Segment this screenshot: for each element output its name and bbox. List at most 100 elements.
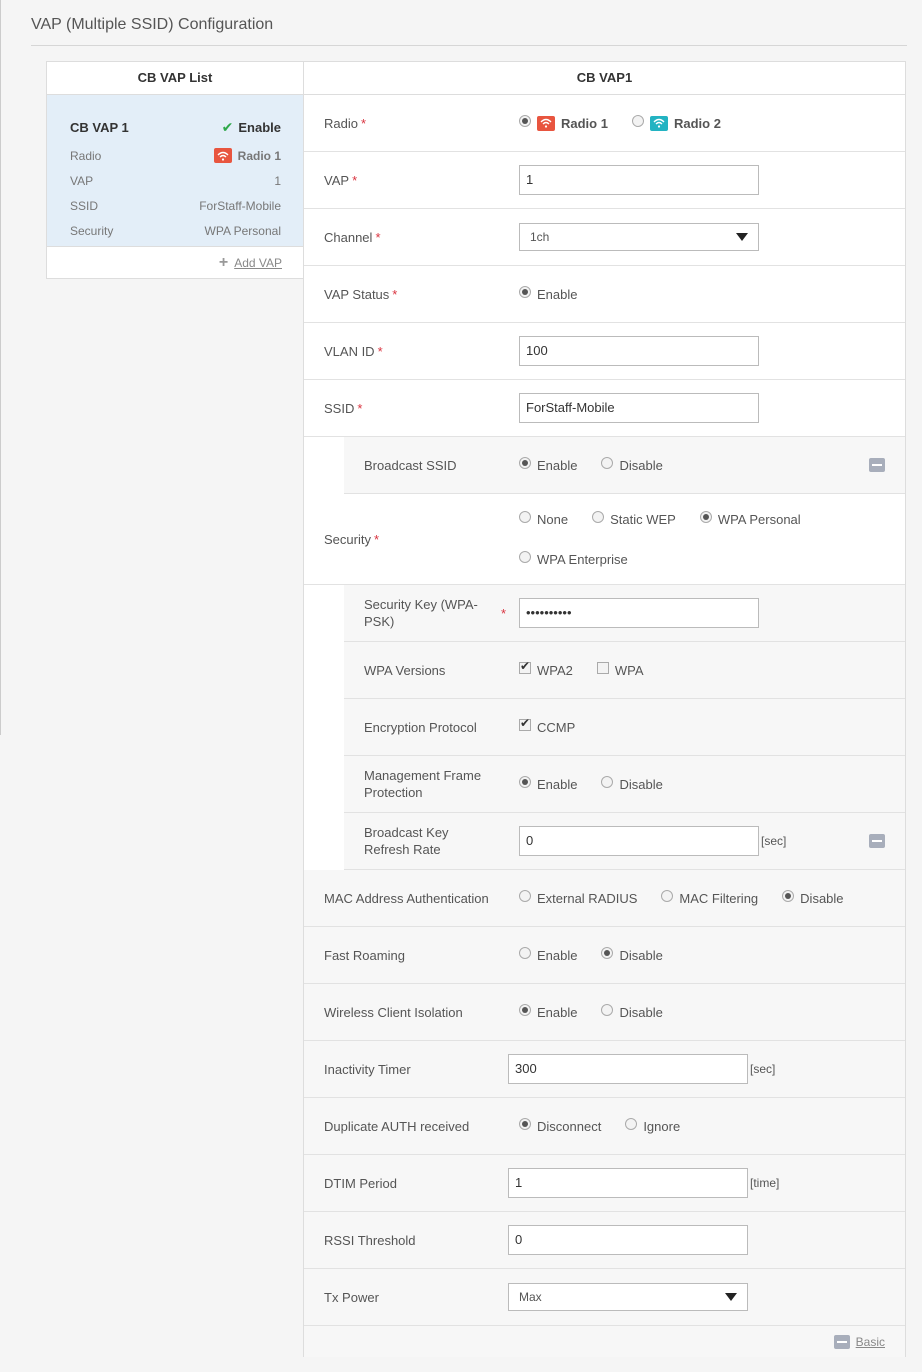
vap-card-status: ✔ Enable [222,119,281,136]
radio-button[interactable] [601,457,614,469]
field-label: DTIM Period [324,1175,397,1191]
broadcast-ssid-enable[interactable]: Enable [519,457,578,473]
row-security-key: Security Key (WPA-PSK) * •••••••••• [344,585,905,642]
checkbox-label: CCMP [537,719,576,735]
client-isolation-disable[interactable]: Disable [601,1004,663,1020]
inactivity-timer-input[interactable]: 300 [508,1054,748,1084]
radio-button-checked[interactable] [699,511,712,523]
mgmt-frame-disable[interactable]: Disable [601,776,663,792]
field-label: Fast Roaming [324,947,405,963]
client-isolation-enable[interactable]: Enable [519,1004,578,1020]
field-label: Radio * [324,115,367,131]
vap-card-label: VAP [70,173,94,188]
radio-button[interactable] [601,776,614,788]
vap-card-label: SSID [70,198,99,213]
unit-label: [sec] [750,1062,776,1076]
row-dtim: DTIM Period 1 [time] [304,1155,905,1212]
row-fast-roaming: Fast Roaming Enable Disable [304,927,905,984]
row-vap: VAP * 1 [304,152,905,209]
field-label: Security * [324,531,380,547]
vap-card-title-row: CB VAP 1 ✔ Enable [70,113,281,141]
collapse-security-icon[interactable] [869,834,885,848]
security-option-wpa-personal[interactable]: WPA Personal [699,511,801,527]
radio-option-label: Radio 1 [561,115,608,131]
radio-button-checked[interactable] [519,457,531,469]
mac-auth-mac-filtering[interactable]: MAC Filtering [661,890,759,906]
required-mark: * [357,400,363,416]
vlan-id-input[interactable]: 100 [519,336,759,366]
radio-button-checked[interactable] [601,947,614,959]
rssi-input[interactable]: 0 [508,1225,748,1255]
minus-icon[interactable] [833,1334,850,1349]
radio-button[interactable] [519,511,531,523]
radio-option-label: Disable [619,947,663,963]
field-label: Security Key (WPA-PSK) [364,597,478,629]
required-mark: * [392,286,398,302]
vap-card-row-security: Security WPA Personal [70,218,281,243]
vap-card-value: 1 [274,173,281,188]
wpa-version-wpa[interactable]: WPA [596,662,644,678]
basic-link[interactable]: Basic [856,1335,885,1349]
broadcast-ssid-disable[interactable]: Disable [601,457,663,473]
security-option-group: None Static WEP WPA Personal WPA Enterpr… [519,508,825,588]
add-vap-link[interactable]: Add VAP [234,256,282,270]
collapse-ssid-icon[interactable] [869,458,885,472]
vap-status-enable[interactable]: Enable [519,286,578,302]
vap-card-value: ForStaff-Mobile [199,198,281,213]
security-option-wpa-enterprise[interactable]: WPA Enterprise [519,551,628,567]
radio-button[interactable] [625,1118,638,1130]
wpa-version-wpa2[interactable]: WPA2 [519,659,573,678]
mac-auth-disable[interactable]: Disable [782,890,844,906]
radio-button[interactable] [631,115,644,127]
radio-button-checked[interactable] [519,1004,531,1016]
radio-button[interactable] [519,551,531,563]
required-mark: * [360,115,367,131]
radio-button-checked[interactable] [519,1118,531,1130]
checkbox-checked[interactable] [519,659,531,674]
encryption-ccmp[interactable]: CCMP [519,716,576,735]
radio-button[interactable] [519,947,531,959]
mgmt-frame-enable[interactable]: Enable [519,776,577,792]
tx-power-select[interactable]: Max [508,1283,748,1311]
required-mark: * [375,229,381,245]
radio-option-label: Enable [537,457,578,473]
radio-button-checked[interactable] [782,890,795,902]
security-option-static-wep[interactable]: Static WEP [592,511,676,527]
checkbox[interactable] [596,662,609,674]
radio-button[interactable] [519,890,531,902]
required-mark: * [373,531,380,547]
ssid-input[interactable]: ForStaff-Mobile [519,393,759,423]
radio-option-label: Enable [537,286,578,302]
channel-select[interactable]: 1ch [519,223,759,251]
field-label: Tx Power [324,1289,379,1305]
vap-input[interactable]: 1 [519,165,759,195]
radio-option-label: None [537,511,569,527]
fast-roaming-disable[interactable]: Disable [601,947,663,963]
mac-auth-external-radius[interactable]: External RADIUS [519,890,637,906]
radio-option-label: Disconnect [537,1118,602,1134]
security-option-none[interactable]: None [519,511,569,527]
checkbox-checked[interactable] [519,716,531,731]
dup-auth-ignore[interactable]: Ignore [625,1118,680,1134]
field-label: Channel * [324,229,381,245]
dup-auth-disconnect[interactable]: Disconnect [519,1118,602,1134]
vap-card-selected[interactable]: CB VAP 1 ✔ Enable Radio Radio 1 VAP 1 SS… [47,95,303,247]
radio-button-checked[interactable] [519,776,531,788]
radio-button[interactable] [601,1004,614,1016]
radio-button-checked[interactable] [519,286,531,298]
radio-option-radio1[interactable]: Radio 1 [519,115,608,131]
radio-option-radio2[interactable]: Radio 2 [631,115,721,131]
bcast-key-refresh-input[interactable]: 0 [519,826,759,856]
dtim-input[interactable]: 1 [508,1168,748,1198]
radio-button-checked[interactable] [519,115,531,127]
radio-option-label: Disable [800,890,844,906]
radio-option-label: MAC Filtering [679,890,759,906]
security-key-input[interactable]: •••••••••• [519,598,759,628]
plus-icon: + [218,253,229,271]
radio-button[interactable] [661,890,674,902]
fast-roaming-enable[interactable]: Enable [519,947,577,963]
radio-button[interactable] [592,511,605,523]
vap-card-row-ssid: SSID ForStaff-Mobile [70,193,281,218]
radio-option-label: Enable [537,1004,578,1020]
vap-card-name: CB VAP 1 [70,119,129,135]
